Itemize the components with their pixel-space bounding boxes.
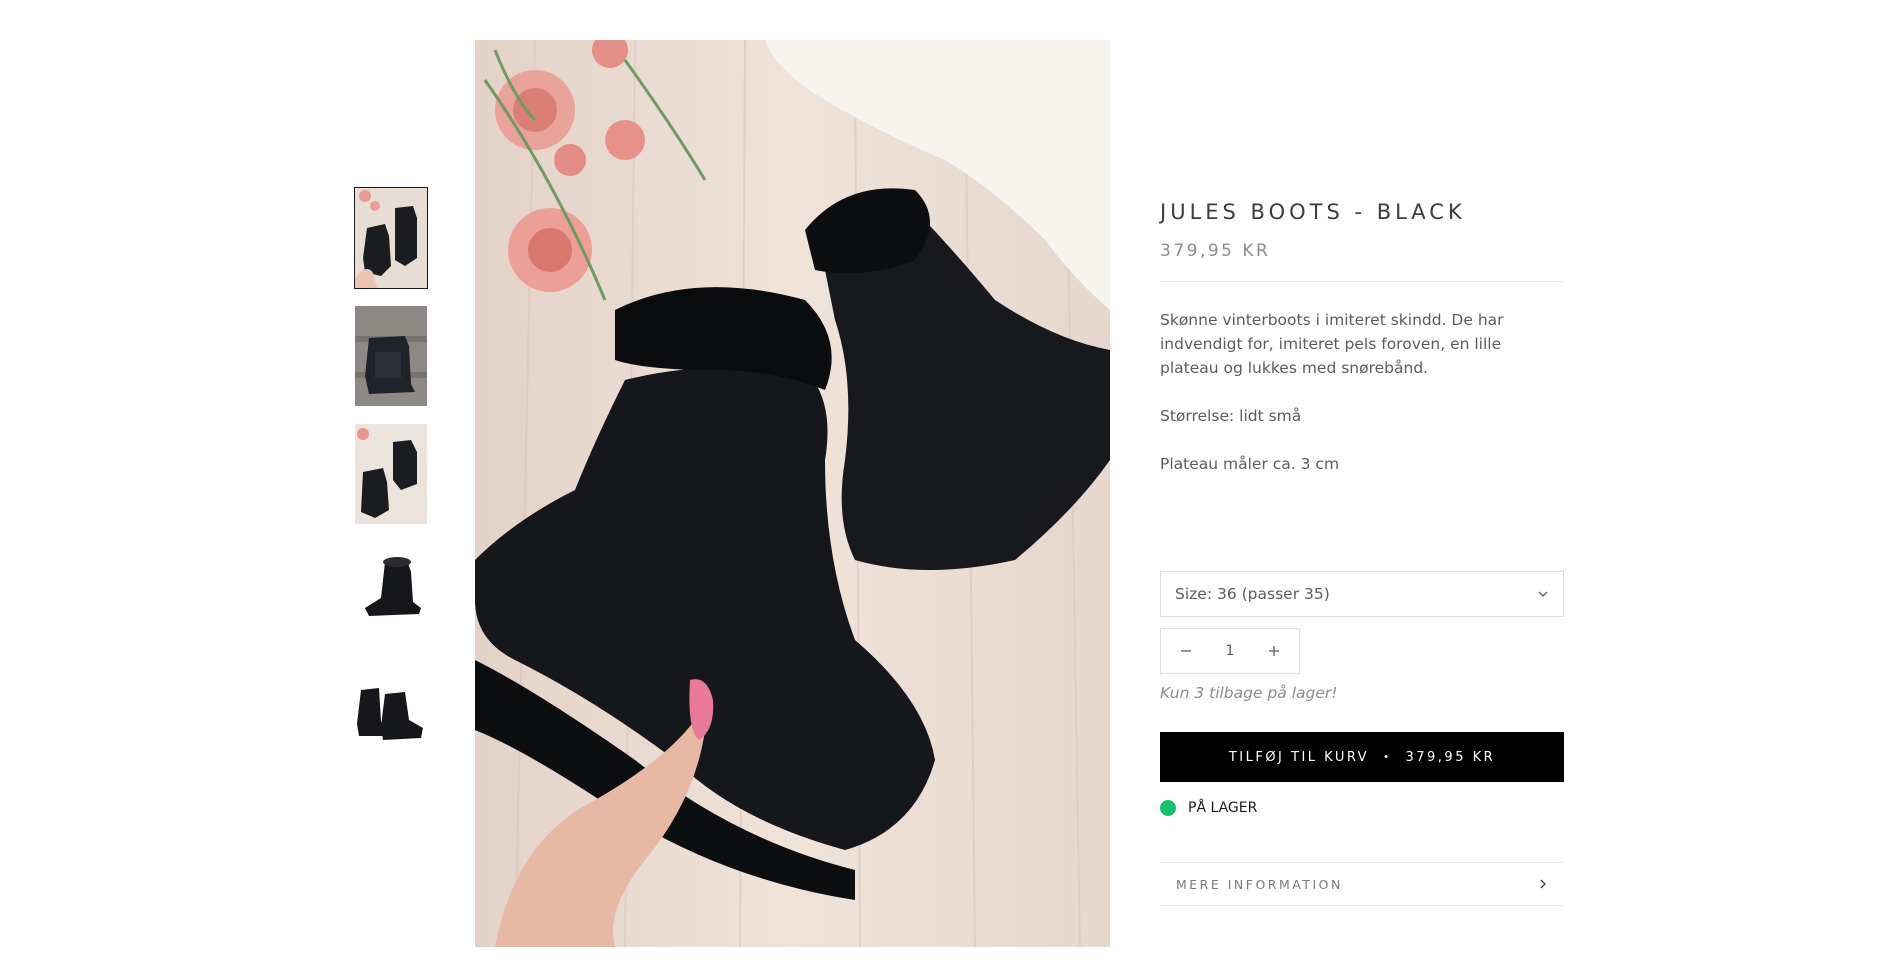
description-size: Størrelse: lidt små xyxy=(1160,407,1302,425)
plus-icon xyxy=(1268,646,1279,656)
product-info: JULES BOOTS - BLACK 379,95 KR Skønne vin… xyxy=(1160,200,1564,906)
description-paragraph: Skønne vinterboots i imiteret skindd. De… xyxy=(1160,311,1504,377)
add-to-cart-separator: • xyxy=(1383,751,1392,763)
minus-icon xyxy=(1181,650,1191,652)
quantity-value[interactable]: 1 xyxy=(1226,643,1235,659)
quantity-decrease-button[interactable] xyxy=(1161,629,1211,673)
description-plateau: Plateau måler ca. 3 cm xyxy=(1160,455,1340,473)
add-to-cart-label: TILFØJ TIL KURV xyxy=(1228,749,1370,765)
main-product-illustration xyxy=(475,40,1110,947)
thumbnail-3[interactable] xyxy=(355,424,427,524)
add-to-cart-button[interactable]: TILFØJ TIL KURV • 379,95 KR xyxy=(1160,732,1564,782)
add-to-cart-price: 379,95 KR xyxy=(1405,749,1496,765)
thumbnail-3-image xyxy=(355,424,427,524)
thumbnail-4[interactable] xyxy=(355,542,427,642)
thumbnail-4-image xyxy=(355,542,427,642)
stock-status-label: PÅ LAGER xyxy=(1188,800,1258,816)
quantity-stepper: 1 xyxy=(1160,628,1300,674)
stock-note: Kun 3 tilbage på lager! xyxy=(1160,684,1338,702)
more-info-label: MERE INFORMATION xyxy=(1176,876,1343,892)
product-title: JULES BOOTS - BLACK xyxy=(1160,200,1466,224)
size-select[interactable]: Size: 36 (passer 35) xyxy=(1160,571,1564,617)
thumbnail-1-image xyxy=(355,188,427,288)
product-description: Skønne vinterboots i imiteret skindd. De… xyxy=(1160,308,1564,476)
thumbnail-2-image xyxy=(355,306,427,406)
thumbnail-5-image xyxy=(355,660,427,760)
quantity-increase-button[interactable] xyxy=(1249,629,1299,673)
chevron-down-icon xyxy=(1538,591,1548,597)
thumbnail-5[interactable] xyxy=(355,660,427,760)
stock-status-indicator xyxy=(1160,800,1176,816)
size-select-label: Size: 36 (passer 35) xyxy=(1175,585,1330,603)
thumbnail-1[interactable] xyxy=(354,187,428,289)
thumbnail-list xyxy=(354,187,428,778)
thumbnail-2[interactable] xyxy=(355,306,427,406)
main-product-image[interactable] xyxy=(475,40,1110,947)
more-info-toggle[interactable]: MERE INFORMATION xyxy=(1160,862,1564,906)
chevron-right-icon xyxy=(1540,879,1546,889)
divider xyxy=(1160,281,1564,282)
stock-status: PÅ LAGER xyxy=(1160,800,1257,816)
product-price: 379,95 KR xyxy=(1160,241,1271,261)
